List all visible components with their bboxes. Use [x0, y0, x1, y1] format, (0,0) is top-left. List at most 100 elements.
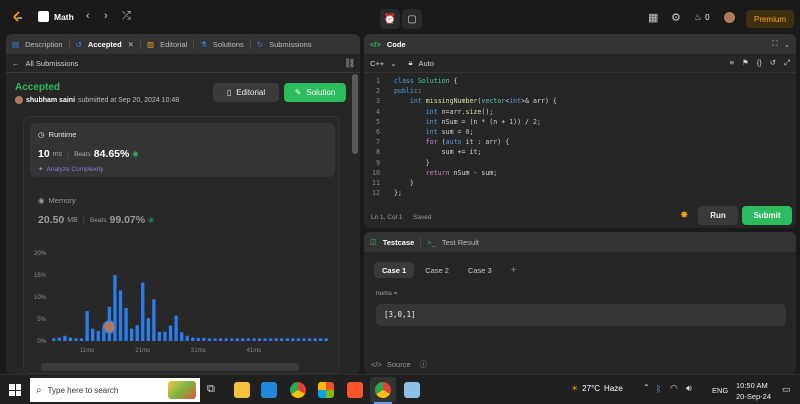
file-explorer-icon[interactable]: [234, 382, 250, 398]
notes-button[interactable]: ▢: [402, 9, 422, 29]
windows-taskbar: ⌕ Type here to search ⧉ ☀ 27°C Haze ⌃ ᛒ …: [0, 374, 800, 404]
divider-line: [6, 72, 360, 73]
code-line[interactable]: 7 for (auto it : arr) {: [364, 137, 796, 147]
code-line[interactable]: 4 int n=arr.size();: [364, 107, 796, 117]
chart-bar: [163, 331, 167, 341]
nums-input[interactable]: [3,0,1]: [376, 304, 786, 326]
code-line[interactable]: 12};: [364, 188, 796, 198]
solution-button[interactable]: ✎ Solution: [284, 83, 346, 102]
analyze-complexity-link[interactable]: ✦ Analyze Complexity: [38, 165, 104, 174]
chrome-icon[interactable]: [290, 382, 306, 398]
chevron-up-icon[interactable]: ⌃: [643, 383, 650, 392]
chevron-down-icon[interactable]: ⌄: [390, 59, 396, 68]
case-2-tab[interactable]: Case 2: [417, 262, 457, 278]
editorial-button[interactable]: ▯ Editorial: [213, 83, 279, 102]
tab-testcase[interactable]: Testcase: [383, 238, 415, 247]
case-3-tab[interactable]: Case 3: [460, 262, 500, 278]
code-line[interactable]: 3 int missingNumber(vector<int>& arr) {: [364, 96, 796, 106]
collapse-icon[interactable]: ⌄: [784, 40, 790, 49]
fullscreen-icon[interactable]: ⤢: [784, 58, 790, 68]
left-scrollbar[interactable]: [352, 74, 358, 374]
tab-description[interactable]: Description: [25, 40, 63, 49]
y-tick-label: 0%: [37, 339, 46, 345]
shuffle-icon[interactable]: ⤮: [122, 10, 131, 23]
clock-date[interactable]: 20-Sep-24: [736, 392, 771, 401]
next-problem-icon[interactable]: ›: [104, 10, 108, 22]
language-indicator[interactable]: ENG: [712, 386, 728, 395]
runtime-beats: 84.65%: [93, 148, 130, 160]
prev-problem-icon[interactable]: ‹: [86, 10, 90, 22]
memory-header[interactable]: ◉ Memory: [38, 196, 76, 205]
code-line[interactable]: 9 }: [364, 158, 796, 168]
taskbar-search[interactable]: ⌕ Type here to search: [30, 378, 200, 402]
notepad-icon[interactable]: [404, 382, 420, 398]
code-line[interactable]: 6 int sum = 0;: [364, 127, 796, 137]
windows-start-icon[interactable]: [9, 384, 21, 396]
chart-bar: [196, 337, 201, 341]
premium-button[interactable]: Premium: [745, 10, 794, 28]
add-case-button[interactable]: +: [503, 262, 525, 278]
notifications-icon[interactable]: ▭: [782, 384, 791, 395]
weather-widget[interactable]: ☀ 27°C Haze: [571, 384, 623, 393]
tab-submissions[interactable]: Submissions: [269, 40, 312, 49]
source-link[interactable]: </> Source ⓘ: [371, 359, 427, 370]
divider: [420, 237, 422, 247]
chart-range-slider: [41, 363, 299, 371]
clock-icon: ◷: [38, 130, 45, 139]
run-button[interactable]: Run: [698, 206, 738, 225]
clock-time[interactable]: 10:50 AM: [736, 381, 768, 390]
code-editor[interactable]: 1 class Solution {2 public: 3 int missingNu…: [364, 76, 796, 200]
leetcode-logo[interactable]: [12, 11, 24, 23]
line-number: 3: [376, 97, 380, 106]
code-line[interactable]: 10 return nSum - sum;: [364, 168, 796, 178]
code-line[interactable]: 8 sum += it;: [364, 147, 796, 157]
wifi-icon[interactable]: ◠: [670, 383, 678, 394]
temperature: 27°C: [582, 384, 601, 393]
username[interactable]: shubham saini: [26, 97, 75, 104]
code-line[interactable]: 11 }: [364, 178, 796, 188]
link-icon[interactable]: ⛓: [344, 58, 355, 69]
help-icon: ⓘ: [419, 360, 428, 369]
grid-layout-icon[interactable]: ▦: [648, 11, 658, 24]
tab-accepted[interactable]: Accepted: [88, 40, 122, 49]
chart-bar: [141, 282, 145, 341]
bluetooth-icon[interactable]: ᛒ: [656, 384, 661, 394]
tab-test-result[interactable]: Test Result: [442, 238, 479, 247]
expand-icon[interactable]: ⛶: [772, 39, 777, 49]
user-avatar[interactable]: [724, 12, 735, 23]
debug-icon[interactable]: ✸: [680, 210, 688, 221]
timer-button[interactable]: ⏰: [380, 9, 400, 29]
chart-bar: [235, 338, 239, 341]
task-view-icon[interactable]: ⧉: [207, 383, 215, 396]
close-tab-icon[interactable]: ✕: [128, 40, 134, 49]
chrome-active-icon[interactable]: [375, 382, 391, 398]
submit-button[interactable]: Submit: [742, 206, 792, 225]
back-link[interactable]: ← All Submissions: [12, 59, 78, 68]
streak-counter[interactable]: ♨ 0: [694, 12, 710, 23]
language-select[interactable]: C++: [370, 59, 384, 68]
code-line[interactable]: 2 public:: [364, 86, 796, 96]
problem-list-button[interactable]: Math: [38, 11, 74, 22]
code-text: class Solution {: [394, 77, 458, 85]
scrollbar-thumb[interactable]: [352, 74, 358, 154]
bookmark-icon[interactable]: ⚑: [742, 58, 749, 68]
submissions-icon: ↻: [256, 39, 264, 49]
runtime-card[interactable]: ◷ Runtime 10 ms | Beats 84.65% ◉ ✦ Analyze…: [30, 123, 335, 177]
vscode-icon[interactable]: [261, 382, 277, 398]
code-line[interactable]: 1 class Solution {: [364, 76, 796, 86]
format-icon[interactable]: ≡: [730, 58, 734, 68]
settings-gear-icon[interactable]: ⚙: [671, 11, 681, 24]
code-line[interactable]: 5 int nSum = (n * (n + 1)) / 2;: [364, 117, 796, 127]
mode-label[interactable]: Auto: [418, 59, 433, 68]
case-1-tab[interactable]: Case 1: [374, 262, 415, 278]
reset-icon[interactable]: ↺: [770, 58, 776, 68]
editorial-icon: ▥: [146, 39, 155, 49]
chart-bar: [146, 318, 150, 341]
brave-icon[interactable]: [347, 382, 363, 398]
top-bar: Math ‹ › ⤮ ⏰ ▢ ▦ ⚙ ♨ 0 Premium: [0, 0, 800, 34]
volume-icon[interactable]: 🔊︎: [686, 383, 692, 394]
braces-icon[interactable]: {}: [757, 58, 762, 68]
microsoft-store-icon[interactable]: [318, 382, 334, 398]
tab-editorial[interactable]: Editorial: [160, 40, 187, 49]
tab-solutions[interactable]: Solutions: [213, 40, 244, 49]
